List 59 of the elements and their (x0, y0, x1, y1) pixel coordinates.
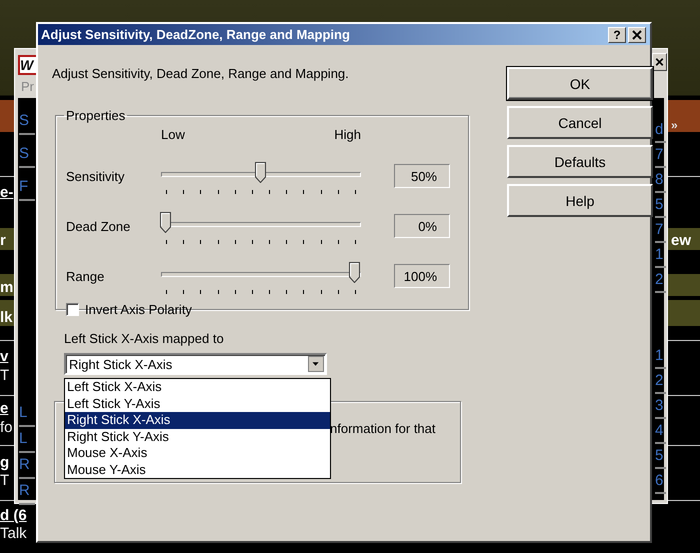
value-readout: 0% (394, 214, 450, 238)
slider-label: Dead Zone (66, 218, 132, 234)
checkbox-label[interactable]: Invert Axis Polarity (85, 302, 192, 317)
value-readout: 100% (394, 264, 450, 288)
dialog-button[interactable]: Cancel (507, 106, 653, 139)
slider-label: Sensitivity (66, 168, 126, 184)
text-fragment: Talk (0, 525, 27, 542)
dropdown-option[interactable]: Mouse Y-Axis (65, 462, 330, 478)
link[interactable]: 5 (655, 444, 666, 469)
text-fragment: m (0, 279, 14, 296)
value-readout: 50% (394, 164, 450, 188)
window-title: Adjust Sensitivity, DeadZone, Range and Mapping (41, 27, 351, 42)
slider-thumb[interactable] (254, 162, 266, 183)
slider-thumb[interactable] (160, 212, 171, 233)
link[interactable]: 2 (655, 268, 666, 293)
checkbox[interactable] (66, 303, 79, 316)
text-fragment: e- (0, 184, 14, 201)
mapping-label: Left Stick X-Axis mapped to (64, 331, 224, 346)
dialog-button[interactable]: Help (507, 184, 653, 217)
dialog-button[interactable]: OK (507, 67, 653, 100)
info-text: nformation for that (330, 421, 436, 436)
dropdown-option[interactable]: Right Stick X-Axis (65, 412, 330, 428)
link[interactable]: 8 (655, 168, 666, 193)
link[interactable]: 7 (655, 218, 666, 243)
link[interactable]: 5 (655, 193, 666, 218)
link[interactable]: 4 (655, 419, 666, 444)
text-fragment: Pr (21, 79, 34, 94)
dropdown-option[interactable]: Left Stick Y-Axis (65, 396, 330, 412)
description-text: Adjust Sensitivity, Dead Zone, Range and Mapping. (52, 66, 349, 81)
link[interactable]: 1 (655, 243, 666, 268)
slider-thumb[interactable] (349, 262, 360, 283)
dropdown-option[interactable]: Left Stick X-Axis (65, 379, 330, 396)
text-fragment: e (0, 400, 8, 417)
link[interactable]: 2 (655, 369, 666, 394)
group-title: Properties (65, 108, 126, 123)
text-fragment: r (0, 232, 6, 249)
dropdown-option[interactable]: Right Stick Y-Axis (65, 428, 330, 445)
text-fragment: lk (0, 309, 13, 326)
link[interactable]: 1 (655, 344, 666, 369)
link[interactable]: 6 (655, 469, 666, 494)
dropdown-option[interactable]: Mouse X-Axis (65, 445, 330, 462)
dialog-button[interactable]: Defaults (507, 145, 653, 178)
text-fragment: d (6 (0, 507, 27, 524)
text-fragment: fo (0, 419, 13, 436)
close-icon[interactable] (652, 53, 667, 71)
link[interactable]: 7 (655, 143, 666, 168)
text-fragment: » (671, 118, 678, 132)
text-fragment: T (0, 367, 10, 384)
text-fragment: g (0, 454, 10, 471)
link[interactable]: d (655, 118, 666, 143)
link[interactable]: 3 (655, 394, 666, 419)
text-fragment: ew (671, 232, 692, 249)
scale-label: Low (161, 127, 185, 144)
scale-label: High (334, 127, 361, 144)
help-button[interactable]: ? (608, 26, 626, 42)
text-fragment: T (0, 472, 10, 489)
text-fragment: v (0, 348, 8, 365)
close-icon[interactable] (628, 26, 646, 42)
slider-label: Range (66, 268, 106, 284)
